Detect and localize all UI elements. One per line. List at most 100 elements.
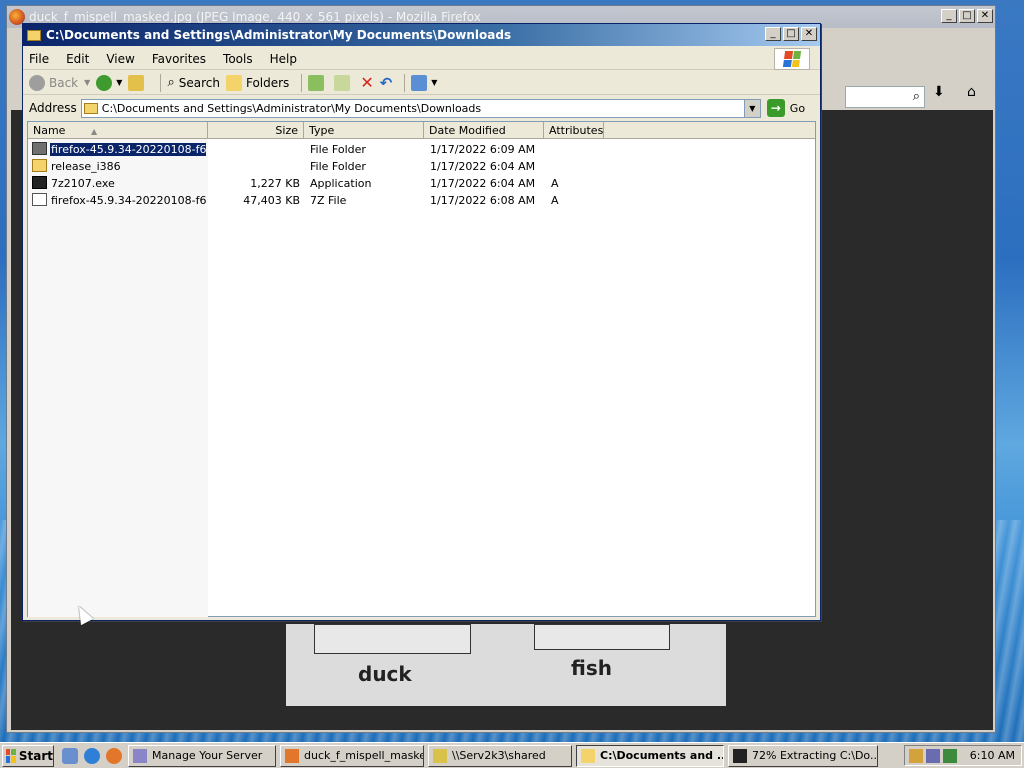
column-attributes[interactable]: Attributes [544,122,604,139]
explorer-title: C:\Documents and Settings\Administrator\… [46,28,512,42]
menu-favorites[interactable]: Favorites [152,52,206,66]
explorer-window-controls: _ □ ✕ [765,27,817,41]
back-arrow-icon [29,74,45,91]
taskbar-button-label: duck_f_mispell_maske... [304,749,424,762]
close-icon[interactable]: ✕ [977,9,993,23]
taskbar-button[interactable]: duck_f_mispell_maske... [280,744,424,767]
table-row[interactable]: release_i386 File Folder 1/17/2022 6:04 AM [28,158,628,175]
go-button[interactable]: → Go [766,99,805,117]
show-desktop-icon[interactable] [62,747,78,764]
table-row[interactable]: firefox-45.9.34-20220108-f6... File Folde… [28,141,628,158]
forward-button[interactable]: ▼ [96,74,122,91]
folder-icon [32,159,47,172]
move-to-button[interactable] [308,74,328,91]
image-box [314,624,471,654]
folder-icon [581,748,595,763]
menu-edit[interactable]: Edit [66,52,89,66]
views-icon [411,74,428,91]
firefox-search-field[interactable]: ⌕ [845,86,925,108]
search-button[interactable]: ⌕ Search [167,75,220,90]
explorer-toolbar: Back ▼ ▼ ⌕ Search Folders ✕ ↶ ▼ [23,71,820,95]
search-icon[interactable]: ⌕ [913,89,920,104]
minimize-icon[interactable]: _ [765,27,781,41]
folder-icon [27,29,41,41]
quick-launch [62,747,122,764]
firefox-icon [285,748,299,763]
image-box [534,624,670,650]
minimize-icon[interactable]: _ [941,9,957,23]
address-input[interactable]: C:\Documents and Settings\Administrator\… [80,98,761,118]
taskbar-button-label: \\Serv2k3\shared [452,749,546,762]
delete-button[interactable]: ✕ [360,73,373,92]
download-icon[interactable]: ⬇ [933,84,945,100]
forward-arrow-icon [96,74,113,91]
file-name[interactable]: firefox-45.9.34-20220108-f6... [50,194,206,207]
file-name[interactable]: firefox-45.9.34-20220108-f6... [50,143,206,156]
close-icon[interactable]: ✕ [801,27,817,41]
system-tray: 6:10 AM [904,745,1022,766]
maximize-icon[interactable]: □ [783,27,799,41]
back-label: Back [49,75,79,90]
displayed-image: duck fish [286,624,726,706]
folder-icon [83,102,98,114]
undo-button[interactable]: ↶ [380,74,393,92]
explorer-titlebar[interactable]: C:\Documents and Settings\Administrator\… [23,24,820,46]
image-word: fish [571,656,612,680]
column-date-modified[interactable]: Date Modified [424,122,544,139]
taskbar: Start Manage Your Server duck_f_mispell_m… [0,742,1024,768]
address-label: Address [29,101,77,115]
file-list[interactable]: Name ▲ Size Type Date Modified Attribute… [27,121,816,617]
taskbar-button[interactable]: Manage Your Server [128,744,276,767]
tray-network-icon[interactable] [909,748,923,763]
archive-icon [32,193,47,206]
home-icon[interactable]: ⌂ [967,84,976,100]
taskbar-button[interactable]: C:\Documents and ... [576,744,724,767]
file-size: 1,227 KB [250,177,300,190]
address-value: C:\Documents and Settings\Administrator\… [101,101,482,115]
chevron-down-icon[interactable]: ▼ [743,99,760,117]
chevron-down-icon[interactable]: ▼ [431,78,437,87]
chevron-down-icon[interactable]: ▼ [84,78,90,87]
file-name[interactable]: release_i386 [50,160,206,173]
folder-dark-icon [32,142,47,155]
taskbar-button[interactable]: 72% Extracting C:\Do... [728,744,878,767]
chevron-down-icon[interactable]: ▼ [116,78,122,87]
file-size: 47,403 KB [243,194,300,207]
folders-label: Folders [245,75,290,90]
undo-icon: ↶ [379,73,393,92]
file-date-modified: 1/17/2022 6:08 AM [430,194,536,207]
back-button[interactable]: Back ▼ [29,74,90,91]
column-type[interactable]: Type [304,122,424,139]
table-row[interactable]: firefox-45.9.34-20220108-f6... 47,403 KB 7… [28,192,628,209]
windows-flag-icon [6,748,16,763]
table-row[interactable]: 7z2107.exe 1,227 KB Application 1/17/2022 6… [28,175,628,192]
search-label: Search [178,75,220,90]
maximize-icon[interactable]: □ [959,9,975,23]
column-size[interactable]: Size [208,122,304,139]
views-button[interactable]: ▼ [411,74,437,91]
folders-button[interactable]: Folders [225,74,290,91]
menu-view[interactable]: View [106,52,134,66]
menu-file[interactable]: File [29,52,49,66]
start-label: Start [18,748,53,763]
column-header: Name ▲ Size Type Date Modified Attribute… [28,122,815,139]
windows-logo [774,48,810,70]
file-name[interactable]: 7z2107.exe [50,177,206,190]
tray-shield-icon[interactable] [943,748,957,763]
copy-to-button[interactable] [334,74,354,91]
tray-monitor-icon[interactable] [926,748,940,763]
manage-server-icon [133,748,147,763]
menu-help[interactable]: Help [270,52,297,66]
taskbar-button-label: C:\Documents and ... [600,749,724,762]
toolbar-separator [301,73,303,92]
taskbar-button[interactable]: \\Serv2k3\shared [428,744,572,767]
column-name[interactable]: Name ▲ [28,122,208,139]
internet-explorer-icon[interactable] [84,747,100,764]
up-folder-button[interactable] [128,74,148,91]
file-type: Application [310,177,372,190]
folders-icon [225,74,242,91]
firefox-icon[interactable] [106,747,122,764]
start-button[interactable]: Start [2,744,54,767]
clock[interactable]: 6:10 AM [970,749,1015,762]
menu-tools[interactable]: Tools [223,52,253,66]
